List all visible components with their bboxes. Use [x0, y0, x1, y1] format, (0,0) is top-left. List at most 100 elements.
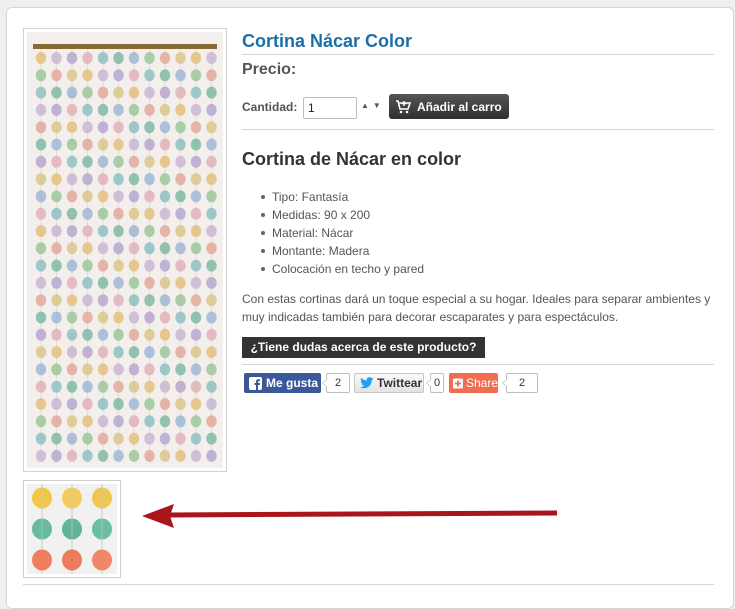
shell-disc [51, 69, 62, 82]
shell-disc [128, 328, 140, 341]
shell-disc [206, 242, 217, 255]
shell-disc [144, 363, 155, 376]
shell-disc [51, 363, 62, 376]
shell-disc [51, 259, 62, 272]
shell-disc [144, 328, 155, 341]
shell-disc [66, 415, 78, 428]
product-main-image[interactable] [23, 28, 227, 472]
product-thumbnail[interactable] [23, 480, 121, 578]
shell-disc [113, 449, 124, 462]
shell-disc [35, 432, 47, 445]
decrement-icon[interactable]: ▼ [373, 101, 385, 110]
shell-disc [175, 242, 186, 255]
shell-disc [128, 190, 140, 203]
shell-disc [206, 52, 217, 64]
shell-disc [175, 415, 186, 428]
shell-disc [175, 432, 186, 445]
shell-disc [82, 225, 93, 237]
shell-disc [128, 121, 140, 134]
shell-disc [128, 138, 140, 151]
shell-disc [144, 86, 155, 99]
shell-disc [175, 276, 186, 289]
shell-disc [113, 52, 124, 64]
shell-disc [128, 155, 140, 168]
shell-disc [159, 207, 171, 220]
shell-disc [190, 259, 202, 272]
shell-disc [206, 173, 217, 186]
increment-icon[interactable]: ▲ [361, 101, 373, 110]
shell-disc [190, 242, 202, 255]
shell-disc [206, 207, 217, 220]
facebook-like-button[interactable]: Me gusta [244, 373, 321, 393]
shell-disc [175, 449, 186, 462]
shell-disc [82, 311, 93, 324]
feature-text: Colocación en techo y pared [272, 262, 425, 276]
shell-disc [144, 190, 155, 203]
shell-disc [190, 432, 202, 445]
shell-disc [35, 415, 47, 428]
shell-disc [128, 276, 140, 289]
twitter-icon [360, 377, 374, 389]
shell-disc [97, 259, 109, 272]
shell-disc [175, 52, 186, 64]
shell-disc [35, 69, 47, 82]
shell-disc [51, 449, 62, 462]
shell-disc [82, 415, 93, 428]
shell-disc [159, 363, 171, 376]
shell-disc [175, 69, 186, 82]
shell-disc [66, 225, 78, 237]
shell-disc [82, 294, 93, 307]
shell-disc [144, 138, 155, 151]
list-item: Montante: Madera [261, 242, 424, 260]
shell-disc [35, 86, 47, 99]
curtain-detail-photo [27, 484, 117, 574]
shell-disc [66, 207, 78, 220]
shell-disc [128, 173, 140, 186]
shell-disc [51, 207, 62, 220]
shell-disc [51, 311, 62, 324]
shell-disc [35, 103, 47, 116]
shell-disc [175, 121, 186, 134]
shell-disc [190, 294, 202, 307]
shell-disc [206, 86, 217, 99]
shell-disc [190, 86, 202, 99]
shell-disc [82, 449, 93, 462]
shell-disc [144, 380, 155, 393]
product-description: Con estas cortinas dará un toque especia… [242, 292, 711, 324]
shell-disc [144, 449, 155, 462]
shell-disc [159, 432, 171, 445]
shell-disc [159, 121, 171, 134]
shell-disc [144, 207, 155, 220]
shell-disc [128, 294, 140, 307]
tweet-button[interactable]: Twittear [354, 373, 424, 393]
share-button[interactable]: Share [449, 373, 498, 393]
shell-disc [82, 103, 93, 116]
shell-disc [51, 155, 62, 168]
shell-disc [97, 432, 109, 445]
list-item: Medidas: 90 x 200 [261, 206, 424, 224]
quantity-input[interactable] [303, 97, 357, 119]
shell-disc [206, 449, 217, 462]
shell-disc [144, 242, 155, 255]
shell-disc [190, 311, 202, 324]
shell-disc [128, 207, 140, 220]
ask-question-button[interactable]: ¿Tiene dudas acerca de este producto? [242, 337, 485, 358]
shell-disc [113, 242, 124, 255]
shell-disc [190, 207, 202, 220]
shell-disc [35, 276, 47, 289]
shell-disc [128, 52, 140, 64]
shell-disc [51, 103, 62, 116]
shell-disc [175, 380, 186, 393]
shell-disc [97, 328, 109, 341]
shell-disc [51, 52, 62, 64]
curtain-photo [27, 32, 223, 468]
add-to-cart-button[interactable]: Añadir al carro [389, 94, 509, 119]
shell-disc [144, 173, 155, 186]
quantity-stepper[interactable]: ▲▼ [361, 101, 385, 110]
share-label: Share [465, 376, 498, 390]
shell-disc [62, 549, 82, 571]
share-plus-icon [453, 378, 463, 388]
shell-disc [113, 276, 124, 289]
shell-disc [97, 52, 109, 64]
shell-disc [144, 103, 155, 116]
